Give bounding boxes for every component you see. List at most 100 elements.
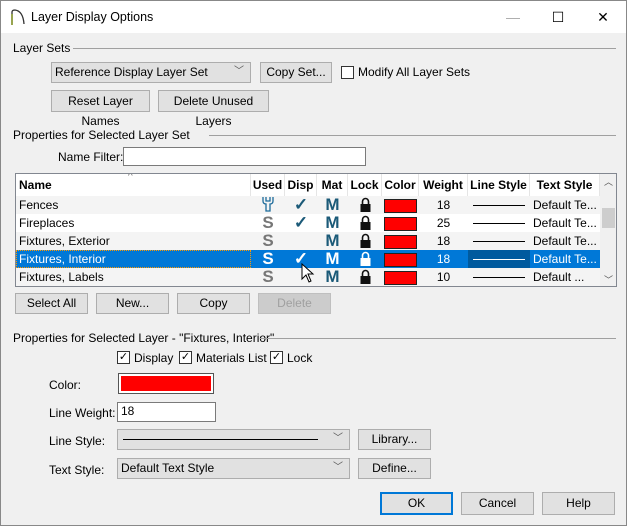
color-label: Color: [49, 378, 82, 392]
select-all-button[interactable]: Select All [15, 293, 88, 314]
color-cell[interactable] [382, 250, 419, 268]
display-check-icon[interactable]: ✓ [285, 214, 317, 232]
text-style-cell[interactable]: Default ... [530, 268, 600, 286]
copy-set-button[interactable]: Copy Set... [260, 62, 332, 83]
materials-m-icon[interactable]: M [317, 196, 348, 214]
line-weight-input[interactable]: 18 [117, 402, 216, 422]
layer-set-dropdown[interactable]: Reference Display Layer Set ﹀ [51, 62, 251, 83]
text-style-cell[interactable]: Default Te... [530, 214, 600, 232]
weight-cell[interactable]: 18 [419, 196, 468, 214]
set-properties-label: Properties for Selected Layer Set [13, 128, 190, 142]
col-lock[interactable]: Lock [348, 174, 382, 196]
weight-cell[interactable]: 18 [419, 250, 468, 268]
line-style-cell[interactable] [468, 214, 530, 232]
weight-cell[interactable]: 10 [419, 268, 468, 286]
layer-name: Fences [19, 198, 59, 212]
scroll-up-icon[interactable]: ︿ [600, 174, 616, 191]
modify-all-checkbox[interactable] [341, 66, 354, 79]
table-row[interactable]: Fences ✓ M 18 Default Te... [16, 196, 600, 214]
line-style-cell[interactable] [468, 196, 530, 214]
line-style-label: Line Style: [49, 434, 106, 448]
divider [260, 338, 616, 339]
weight-cell[interactable]: 18 [419, 232, 468, 250]
layer-properties-label: Properties for Selected Layer - "Fixture… [13, 331, 275, 345]
col-weight[interactable]: Weight [419, 174, 468, 196]
line-style-preview [123, 439, 318, 440]
layer-sets-label: Layer Sets [13, 41, 71, 55]
ok-button[interactable]: OK [380, 492, 453, 515]
color-button[interactable] [118, 373, 214, 394]
color-cell[interactable] [382, 196, 419, 214]
scroll-thumb[interactable] [602, 208, 615, 228]
layer-name: Fixtures, Labels [19, 270, 104, 284]
text-style-cell[interactable]: Default Te... [530, 196, 600, 214]
line-style-cell[interactable] [468, 232, 530, 250]
copy-layer-button[interactable]: Copy [177, 293, 250, 314]
line-style-preview [473, 223, 525, 225]
table-scrollbar[interactable]: ︿ ﹀ [600, 174, 616, 286]
used-s-icon[interactable]: S [251, 232, 285, 250]
line-style-preview [473, 277, 525, 279]
lock-checkbox[interactable]: ✓ [270, 351, 283, 364]
col-used[interactable]: Used [251, 174, 285, 196]
table-row[interactable]: Fixtures, Exterior S M 18 Default Te... [16, 232, 600, 250]
delete-unused-layers-button[interactable]: Delete Unused Layers [158, 90, 269, 128]
text-style-dropdown[interactable]: Default Text Style ﹀ [117, 458, 350, 479]
used-s-icon[interactable]: S [251, 268, 285, 286]
text-style-cell[interactable]: Default Te... [530, 232, 600, 250]
cancel-button[interactable]: Cancel [461, 492, 534, 515]
materials-m-icon[interactable]: M [317, 250, 348, 268]
minimize-button[interactable]: — [499, 7, 527, 27]
color-swatch [384, 252, 417, 267]
scroll-down-icon[interactable]: ﹀ [600, 273, 616, 286]
lock-icon[interactable] [348, 250, 382, 268]
reset-layer-names-button[interactable]: Reset Layer Names [51, 90, 150, 128]
wrench-icon[interactable] [251, 196, 285, 214]
chevron-down-icon: ﹀ [333, 462, 343, 473]
delete-layer-button[interactable]: Delete [258, 293, 331, 314]
materials-m-icon[interactable]: M [317, 214, 348, 232]
close-button[interactable]: ✕ [589, 7, 617, 27]
line-style-cell[interactable] [468, 250, 530, 268]
maximize-button[interactable]: ☐ [544, 7, 572, 27]
color-swatch [384, 234, 417, 249]
weight-cell[interactable]: 25 [419, 214, 468, 232]
line-style-cell[interactable] [468, 268, 530, 286]
color-cell[interactable] [382, 214, 419, 232]
name-filter-label: Name Filter: [58, 150, 124, 164]
materials-list-label: Materials List [196, 351, 267, 365]
color-swatch [384, 270, 417, 285]
lock-icon[interactable] [348, 232, 382, 250]
new-layer-button[interactable]: New... [96, 293, 169, 314]
display-check-icon[interactable] [285, 232, 317, 250]
text-style-cell[interactable]: Default Te... [530, 250, 600, 268]
color-cell[interactable] [382, 268, 419, 286]
col-mat[interactable]: Mat [317, 174, 348, 196]
table-row[interactable]: Fireplaces S ✓ M 25 Default Te... [16, 214, 600, 232]
name-filter-input[interactable] [123, 147, 366, 166]
col-name[interactable]: Name [16, 174, 251, 196]
materials-m-icon[interactable]: M [317, 232, 348, 250]
display-check-icon[interactable]: ✓ [285, 196, 317, 214]
layer-name: Fireplaces [19, 216, 75, 230]
used-s-icon[interactable]: S [251, 250, 285, 268]
used-s-icon[interactable]: S [251, 214, 285, 232]
chevron-down-icon: ﹀ [333, 433, 343, 444]
display-checkbox[interactable]: ✓ [117, 351, 130, 364]
help-button[interactable]: Help [542, 492, 615, 515]
col-line-style[interactable]: Line Style [468, 174, 530, 196]
library-button[interactable]: Library... [358, 429, 431, 450]
lock-icon[interactable] [348, 214, 382, 232]
color-cell[interactable] [382, 232, 419, 250]
line-weight-label: Line Weight: [49, 406, 116, 420]
lock-icon[interactable] [348, 268, 382, 286]
col-color[interactable]: Color [382, 174, 419, 196]
line-style-dropdown[interactable]: ﹀ [117, 429, 350, 450]
materials-m-icon[interactable]: M [317, 268, 348, 286]
line-style-preview [473, 241, 525, 243]
col-disp[interactable]: Disp [285, 174, 317, 196]
define-button[interactable]: Define... [358, 458, 431, 479]
materials-list-checkbox[interactable]: ✓ [179, 351, 192, 364]
lock-icon[interactable] [348, 196, 382, 214]
col-text-style[interactable]: Text Style [530, 174, 600, 196]
